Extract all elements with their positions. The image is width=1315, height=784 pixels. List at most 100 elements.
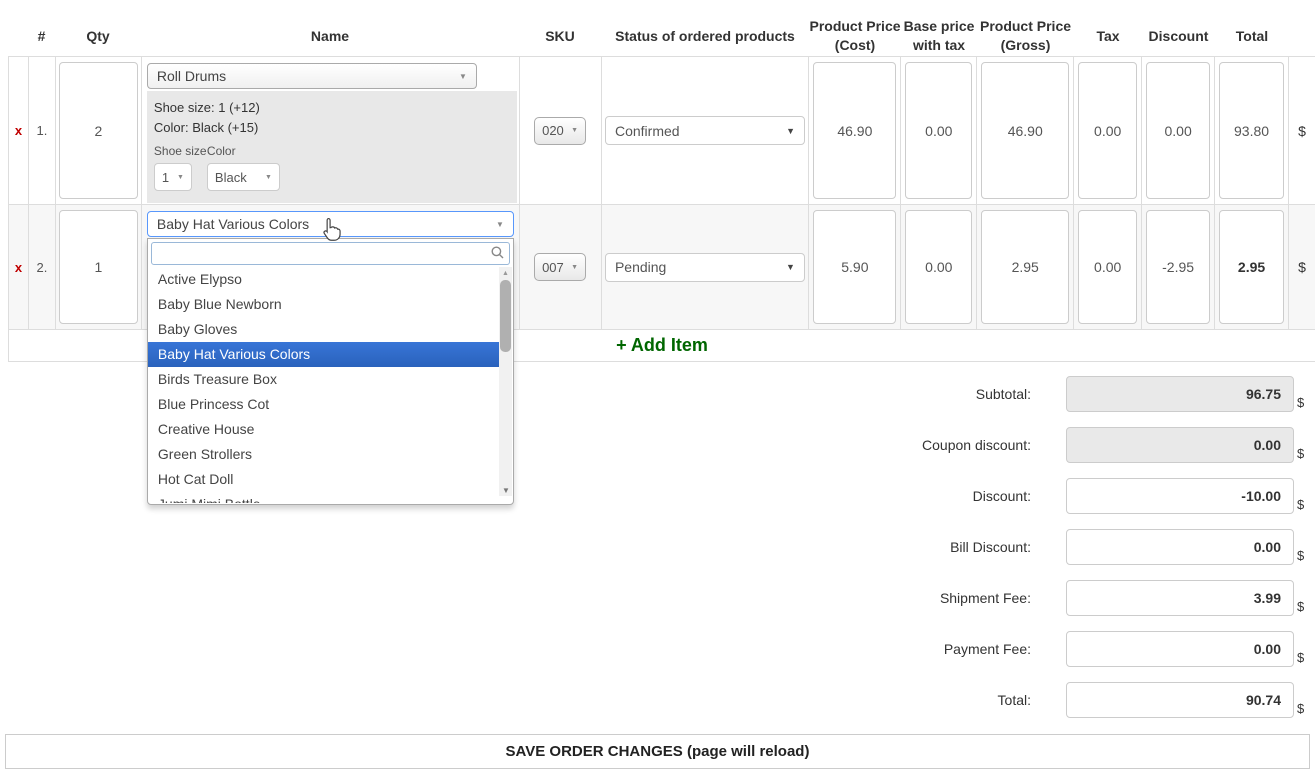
dropdown-option[interactable]: Blue Princess Cot bbox=[148, 392, 499, 417]
delete-icon[interactable]: x bbox=[15, 260, 22, 275]
add-item-button[interactable]: + Add Item bbox=[616, 335, 708, 356]
discount-input[interactable] bbox=[1146, 210, 1210, 324]
option-label-shoe-size: Shoe size bbox=[154, 144, 207, 158]
payment-fee-input[interactable] bbox=[1066, 631, 1294, 667]
order-items-table: # Qty Name SKU Status of ordered product… bbox=[8, 0, 1315, 362]
gross-price-input[interactable] bbox=[981, 62, 1069, 199]
base-price-input[interactable] bbox=[905, 210, 972, 324]
delete-item-button[interactable]: x bbox=[9, 57, 29, 204]
dropdown-option[interactable]: Birds Treasure Box bbox=[148, 367, 499, 392]
chevron-down-icon: ▼ bbox=[265, 174, 272, 181]
bill-discount-input[interactable] bbox=[1066, 529, 1294, 565]
dropdown-option-selected[interactable]: Baby Hat Various Colors bbox=[148, 342, 499, 367]
qty-input[interactable] bbox=[59, 210, 138, 324]
scrollbar[interactable]: ▲ bbox=[499, 267, 512, 496]
shoe-size-select[interactable]: 1 ▼ bbox=[154, 163, 192, 191]
name-cell: Baby Hat Various Colors ▼ Active Elypso … bbox=[142, 205, 520, 329]
dropdown-option[interactable]: Baby Gloves bbox=[148, 317, 499, 342]
sku-cell: 020 ▼ bbox=[520, 57, 602, 204]
coupon-discount-label: Coupon discount: bbox=[922, 437, 1031, 453]
product-select[interactable]: Roll Drums ▼ bbox=[147, 63, 477, 89]
scroll-down-icon[interactable]: ▼ bbox=[502, 486, 510, 495]
dropdown-option[interactable]: Jumi Mimi Bottle bbox=[148, 492, 499, 503]
col-header-name: Name bbox=[141, 27, 519, 46]
currency-symbol: $ bbox=[1289, 205, 1315, 329]
color-select[interactable]: Black ▼ bbox=[207, 163, 280, 191]
chevron-down-icon: ▼ bbox=[571, 264, 578, 271]
currency-symbol: $ bbox=[1297, 650, 1309, 665]
total-row-subtotal: Subtotal: $ bbox=[922, 376, 1315, 412]
discount-input[interactable] bbox=[1066, 478, 1294, 514]
table-header-row: # Qty Name SKU Status of ordered product… bbox=[8, 0, 1315, 57]
table-row: x 2. Baby Hat Various Colors ▼ bbox=[8, 205, 1315, 330]
product-select-value: Roll Drums bbox=[157, 68, 226, 84]
shoe-size-value: 1 bbox=[162, 170, 169, 185]
chevron-down-icon: ▼ bbox=[496, 220, 504, 229]
discount-input[interactable] bbox=[1146, 62, 1210, 199]
name-cell: Roll Drums ▼ Shoe size: 1 (+12) Color: B… bbox=[142, 57, 520, 204]
sku-select[interactable]: 007 ▼ bbox=[534, 253, 586, 281]
qty-input[interactable] bbox=[59, 62, 138, 199]
currency-symbol: $ bbox=[1297, 548, 1309, 563]
dropdown-option[interactable]: Baby Blue Newborn bbox=[148, 292, 499, 317]
order-edit-page: # Qty Name SKU Status of ordered product… bbox=[0, 0, 1315, 784]
option-summary: Color: Black (+15) bbox=[154, 120, 517, 135]
status-select[interactable]: Confirmed ▼ bbox=[605, 116, 805, 145]
gross-price-input[interactable] bbox=[981, 210, 1069, 324]
currency-symbol: $ bbox=[1297, 395, 1309, 410]
col-header-sku: SKU bbox=[519, 27, 601, 46]
col-header-base-price: Base price with tax bbox=[901, 17, 977, 55]
currency-symbol: $ bbox=[1297, 599, 1309, 614]
product-select[interactable]: Baby Hat Various Colors ▼ bbox=[147, 211, 514, 237]
dropdown-option[interactable]: Active Elypso bbox=[148, 267, 499, 292]
shipment-fee-input[interactable] bbox=[1066, 580, 1294, 616]
col-header-total: Total bbox=[1215, 27, 1289, 46]
total-row-payment-fee: Payment Fee: $ bbox=[922, 631, 1315, 667]
sku-value: 020 bbox=[542, 123, 564, 138]
dropdown-option[interactable]: Creative House bbox=[148, 417, 499, 442]
total-row-shipment-fee: Shipment Fee: $ bbox=[922, 580, 1315, 616]
search-icon bbox=[491, 246, 504, 259]
base-price-input[interactable] bbox=[905, 62, 972, 199]
tax-input[interactable] bbox=[1078, 62, 1137, 199]
total-row-bill-discount: Bill Discount: $ bbox=[922, 529, 1315, 565]
bill-discount-label: Bill Discount: bbox=[950, 539, 1031, 555]
total-row-coupon-discount: Coupon discount: $ bbox=[922, 427, 1315, 463]
product-select-value: Baby Hat Various Colors bbox=[157, 216, 309, 232]
delete-item-button[interactable]: x bbox=[9, 205, 29, 329]
tax-input[interactable] bbox=[1078, 210, 1137, 324]
cost-input[interactable] bbox=[813, 210, 896, 324]
dropdown-option[interactable]: Hot Cat Doll bbox=[148, 467, 499, 492]
total-row-discount: Discount: $ bbox=[922, 478, 1315, 514]
dropdown-option-list: Active Elypso Baby Blue Newborn Baby Glo… bbox=[148, 267, 513, 503]
chevron-down-icon: ▼ bbox=[786, 262, 795, 272]
option-label-color: Color bbox=[207, 144, 236, 158]
grand-total-input[interactable] bbox=[1066, 682, 1294, 718]
sku-cell: 007 ▼ bbox=[520, 205, 602, 329]
qty-cell bbox=[56, 57, 142, 204]
currency-symbol: $ bbox=[1297, 497, 1309, 512]
col-header-gross: Product Price (Gross) bbox=[977, 17, 1074, 55]
row-total-input[interactable] bbox=[1219, 62, 1284, 199]
sku-select[interactable]: 020 ▼ bbox=[534, 117, 586, 145]
col-header-status: Status of ordered products bbox=[601, 27, 809, 46]
delete-icon[interactable]: x bbox=[15, 123, 22, 138]
currency-symbol: $ bbox=[1297, 446, 1309, 461]
status-cell: Confirmed ▼ bbox=[602, 57, 810, 204]
col-header-qty: Qty bbox=[55, 27, 141, 46]
status-select[interactable]: Pending ▼ bbox=[605, 253, 805, 282]
dropdown-option[interactable]: Green Strollers bbox=[148, 442, 499, 467]
chevron-down-icon: ▼ bbox=[177, 174, 184, 181]
save-order-button[interactable]: SAVE ORDER CHANGES (page will reload) bbox=[5, 734, 1310, 769]
chevron-down-icon: ▼ bbox=[459, 72, 467, 81]
payment-fee-label: Payment Fee: bbox=[944, 641, 1031, 657]
dropdown-search-input[interactable] bbox=[151, 242, 510, 265]
row-number: 1. bbox=[29, 57, 56, 204]
table-row: x 1. Roll Drums ▼ Shoe size: 1 (+12) Col… bbox=[8, 57, 1315, 205]
scrollbar-thumb[interactable] bbox=[500, 280, 511, 352]
cost-input[interactable] bbox=[813, 62, 896, 199]
col-header-discount: Discount bbox=[1142, 27, 1215, 46]
chevron-down-icon: ▼ bbox=[786, 126, 795, 136]
scroll-up-icon[interactable]: ▲ bbox=[499, 267, 512, 279]
row-total-input[interactable] bbox=[1219, 210, 1284, 324]
